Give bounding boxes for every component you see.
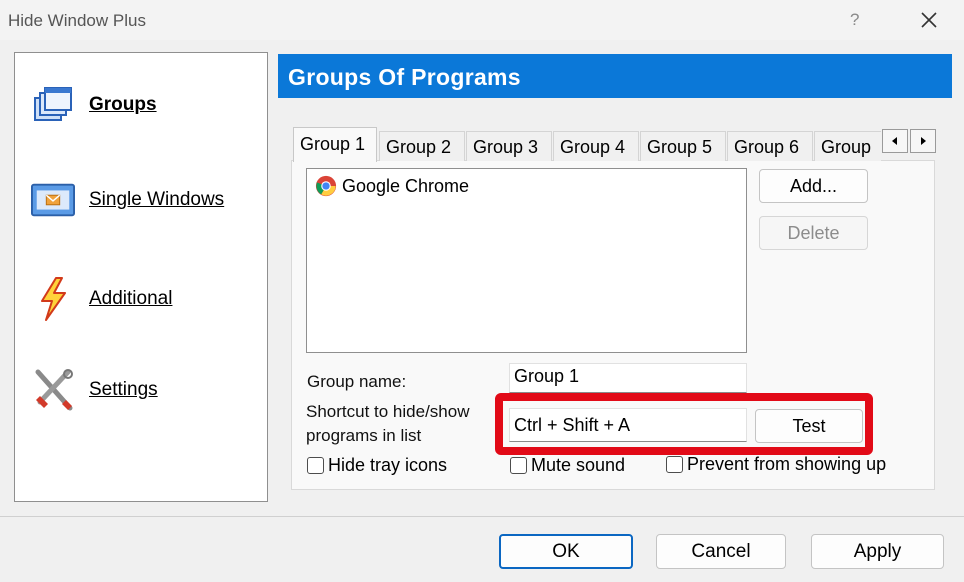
triangle-left-icon [892, 137, 897, 145]
page-title: Groups Of Programs [288, 64, 521, 90]
tab-group-5[interactable]: Group 5 [640, 131, 726, 161]
program-list[interactable]: Google Chrome [306, 168, 747, 353]
shortcut-label-line2: programs in list [306, 426, 422, 445]
checkbox-label: Prevent from showing up [687, 454, 887, 474]
sidebar-item-label: Groups [89, 94, 157, 115]
cancel-button[interactable]: Cancel [656, 534, 786, 569]
sidebar-item-settings[interactable]: Settings [31, 368, 158, 412]
lightning-icon [31, 277, 75, 321]
prevent-showing-checkbox[interactable]: Prevent from showing up [666, 454, 886, 475]
list-item[interactable]: Google Chrome [315, 175, 469, 197]
program-name: Google Chrome [342, 175, 470, 196]
single-window-icon [31, 178, 75, 222]
tab-group-2[interactable]: Group 2 [379, 131, 465, 161]
delete-button[interactable]: Delete [759, 216, 868, 250]
add-button[interactable]: Add... [759, 169, 868, 203]
tab-scroll-left-button[interactable] [882, 129, 908, 153]
sidebar: Groups Single Windows Additional Setting… [14, 52, 268, 502]
tab-group-6[interactable]: Group 6 [727, 131, 813, 161]
sidebar-item-groups[interactable]: Groups [31, 83, 157, 127]
section-header: Groups Of Programs [278, 54, 952, 98]
checkbox-label: Hide tray icons [328, 455, 448, 475]
apply-button[interactable]: Apply [811, 534, 944, 569]
shortcut-label-line1: Shortcut to hide/show [306, 402, 470, 421]
sidebar-item-label: Additional [89, 288, 173, 309]
windows-stack-icon [31, 83, 75, 127]
ok-button[interactable]: OK [499, 534, 633, 569]
title-bar: Hide Window Plus ? [0, 0, 964, 40]
sidebar-item-single-windows[interactable]: Single Windows [31, 178, 224, 222]
hide-tray-icons-checkbox[interactable]: Hide tray icons [307, 455, 447, 476]
tab-group-4[interactable]: Group 4 [553, 131, 639, 161]
chrome-icon [315, 175, 337, 197]
close-icon [921, 12, 937, 28]
mute-sound-checkbox[interactable]: Mute sound [510, 455, 625, 476]
tab-group-7[interactable]: Group [814, 131, 881, 161]
help-button[interactable]: ? [850, 10, 859, 30]
tab-group-1[interactable]: Group 1 [293, 127, 377, 162]
triangle-right-icon [921, 137, 926, 145]
group-name-label: Group name: [307, 372, 407, 391]
tab-scroll-right-button[interactable] [910, 129, 936, 153]
checkbox-box [307, 457, 324, 474]
highlight-box [495, 393, 873, 455]
window-title: Hide Window Plus [8, 11, 146, 30]
sidebar-item-label: Single Windows [89, 189, 225, 210]
checkbox-box [666, 456, 683, 473]
tab-scroll-buttons [882, 129, 938, 153]
tools-icon [31, 368, 75, 412]
sidebar-item-additional[interactable]: Additional [31, 277, 172, 321]
checkbox-box [510, 457, 527, 474]
checkbox-label: Mute sound [531, 455, 626, 475]
sidebar-item-label: Settings [89, 379, 158, 400]
group-name-field[interactable]: Group 1 [509, 363, 747, 393]
group-tabs: Group 1 Group 2 Group 3 Group 4 Group 5 … [291, 127, 941, 162]
close-button[interactable] [915, 8, 943, 32]
tab-group-3[interactable]: Group 3 [466, 131, 552, 161]
